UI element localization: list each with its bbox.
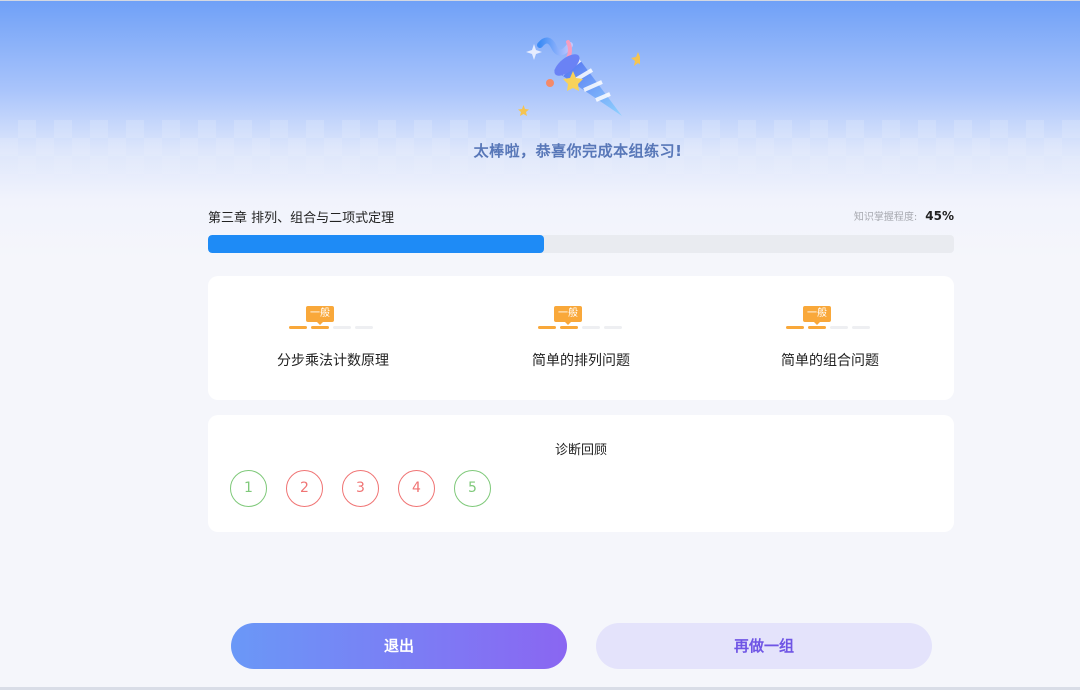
level-segment — [289, 326, 307, 329]
mastery-progress-fill — [208, 235, 544, 253]
knowledge-point-name: 简单的组合问题 — [781, 353, 879, 369]
question-4-button[interactable]: 4 — [398, 470, 435, 507]
knowledge-points-card: 一般 分步乘法计数原理 一般 简单的排列问题 一般 简单的组合问题 — [208, 276, 954, 400]
question-2-button[interactable]: 2 — [286, 470, 323, 507]
knowledge-point: 一般 简单的组合问题 — [705, 276, 955, 400]
party-popper-icon — [518, 37, 640, 116]
level-segment — [830, 326, 848, 329]
level-bars — [786, 326, 870, 329]
mastery-value: 45% — [925, 209, 954, 223]
level-bars — [289, 326, 373, 329]
mastery-progress-bar — [208, 235, 954, 253]
star-icon — [631, 52, 640, 66]
level-segment — [604, 326, 622, 329]
level-segment — [538, 326, 556, 329]
question-1-button[interactable]: 1 — [230, 470, 267, 507]
level-badge: 一般 — [554, 306, 582, 325]
knowledge-point-name: 简单的排列问题 — [532, 353, 630, 369]
mastery-indicator: 知识掌握程度: 45% — [854, 208, 954, 223]
redo-set-button[interactable]: 再做一组 — [596, 623, 932, 669]
knowledge-point: 一般 简单的排列问题 — [456, 276, 706, 400]
knowledge-point: 一般 分步乘法计数原理 — [208, 276, 458, 400]
diagnosis-review-card: 诊断回顾 1 2 3 4 5 — [208, 415, 954, 532]
top-border — [0, 0, 1080, 1]
level-segment — [582, 326, 600, 329]
level-segment — [311, 326, 329, 329]
mastery-label: 知识掌握程度: — [853, 212, 918, 223]
chapter-title: 第三章 排列、组合与二项式定理 — [208, 211, 395, 226]
level-segment — [786, 326, 804, 329]
level-segment — [333, 326, 351, 329]
question-5-button[interactable]: 5 — [454, 470, 491, 507]
level-bars — [538, 326, 622, 329]
knowledge-point-name: 分步乘法计数原理 — [277, 353, 389, 369]
level-badge: 一般 — [803, 306, 831, 325]
level-segment — [560, 326, 578, 329]
result-headline: 太棒啦，恭喜你完成本组练习! — [473, 142, 683, 160]
question-3-button[interactable]: 3 — [342, 470, 379, 507]
exit-button[interactable]: 退出 — [231, 623, 567, 669]
review-title: 诊断回顾 — [554, 443, 607, 458]
level-segment — [355, 326, 373, 329]
level-segment — [808, 326, 826, 329]
level-segment — [852, 326, 870, 329]
practice-result-page: 太棒啦，恭喜你完成本组练习! 第三章 排列、组合与二项式定理 知识掌握程度: 4… — [0, 0, 1080, 690]
level-badge: 一般 — [306, 306, 334, 325]
